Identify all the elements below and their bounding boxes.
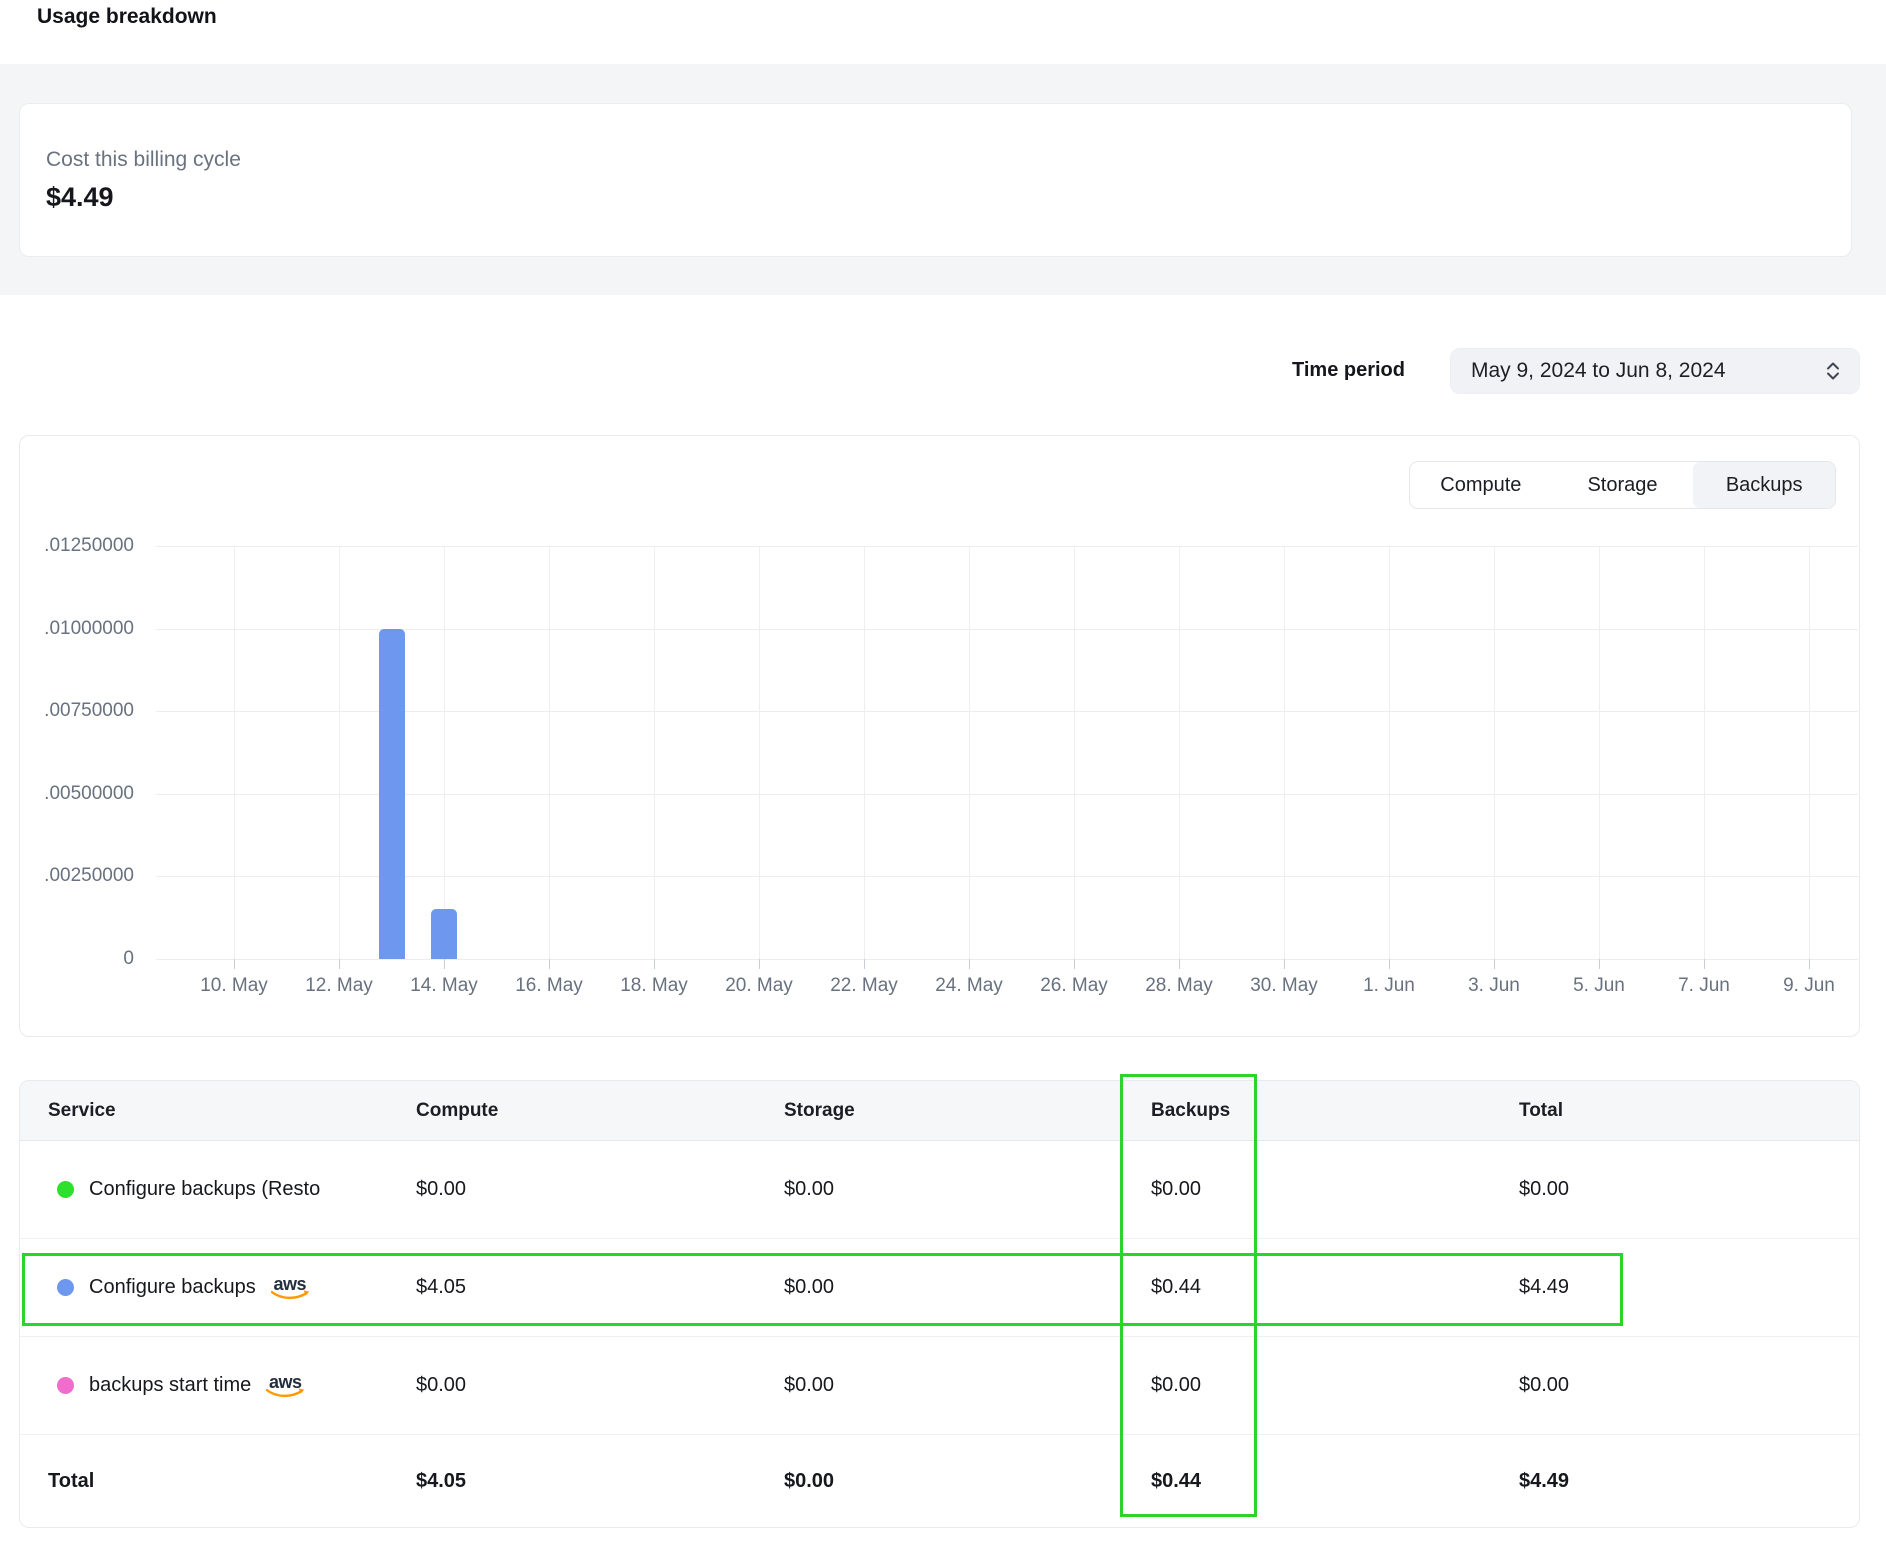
service-name: Configure backups (Resto bbox=[89, 1178, 320, 1201]
series-dot-blue bbox=[57, 1279, 74, 1296]
col-header-total: Total bbox=[1519, 1100, 1859, 1122]
cell-backups: $0.00 bbox=[1151, 1178, 1519, 1201]
aws-swoosh-icon bbox=[265, 1388, 305, 1398]
time-period-label: Time period bbox=[1292, 359, 1405, 382]
tab-backups[interactable]: Backups bbox=[1693, 462, 1835, 508]
cell-backups-total: $0.44 bbox=[1151, 1470, 1519, 1493]
total-label: Total bbox=[20, 1470, 416, 1493]
service-cell: Configure backups (Resto bbox=[20, 1178, 416, 1201]
chart-plot: 0.00250000.00500000.00750000.01000000.01… bbox=[156, 546, 1858, 959]
y-axis-label: .00250000 bbox=[20, 865, 134, 887]
cell-total: $4.49 bbox=[1519, 1276, 1859, 1299]
table-total-row: Total $4.05 $0.00 $0.44 $4.49 bbox=[20, 1435, 1859, 1528]
usage-bar-14-may bbox=[431, 909, 457, 959]
col-header-storage: Storage bbox=[784, 1100, 1151, 1122]
table-header-row: Service Compute Storage Backups Total bbox=[20, 1081, 1859, 1141]
y-axis-label: .01000000 bbox=[20, 618, 134, 640]
usage-chart-card: Compute Storage Backups 0.00250000.00500… bbox=[19, 435, 1860, 1037]
page-title: Usage breakdown bbox=[37, 5, 217, 29]
series-dot-green bbox=[57, 1181, 74, 1198]
cell-storage-total: $0.00 bbox=[784, 1470, 1151, 1493]
y-axis-label: 0 bbox=[20, 948, 134, 970]
cell-grand-total: $4.49 bbox=[1519, 1470, 1859, 1493]
cell-backups: $0.00 bbox=[1151, 1374, 1519, 1397]
cell-backups: $0.44 bbox=[1151, 1276, 1519, 1299]
table-row-configure-backups: Configure backups aws $4.05 $0.00 $0.44 … bbox=[20, 1239, 1859, 1337]
y-axis-label: .00750000 bbox=[20, 700, 134, 722]
cell-storage: $0.00 bbox=[784, 1178, 1151, 1201]
service-name: backups start time bbox=[89, 1374, 251, 1397]
y-axis-label: .01250000 bbox=[20, 535, 134, 557]
cost-value: $4.49 bbox=[46, 182, 114, 213]
tab-storage[interactable]: Storage bbox=[1552, 462, 1694, 508]
service-cell: Configure backups aws bbox=[20, 1275, 416, 1300]
table-row-backups-start-time: backups start time aws $0.00 $0.00 $0.00… bbox=[20, 1337, 1859, 1435]
service-cell: backups start time aws bbox=[20, 1373, 416, 1398]
cell-storage: $0.00 bbox=[784, 1276, 1151, 1299]
table-row-configure-backups-restored: Configure backups (Resto $0.00 $0.00 $0.… bbox=[20, 1141, 1859, 1239]
cell-compute-total: $4.05 bbox=[416, 1470, 784, 1493]
cell-compute: $0.00 bbox=[416, 1374, 784, 1397]
aws-swoosh-icon bbox=[270, 1290, 310, 1300]
cell-storage: $0.00 bbox=[784, 1374, 1151, 1397]
summary-band: Cost this billing cycle $4.49 bbox=[0, 64, 1886, 295]
aws-icon: aws bbox=[270, 1275, 310, 1300]
tab-compute[interactable]: Compute bbox=[1410, 462, 1552, 508]
col-header-backups: Backups bbox=[1151, 1100, 1519, 1122]
time-period-select[interactable]: May 9, 2024 to Jun 8, 2024 bbox=[1450, 348, 1860, 394]
col-header-compute: Compute bbox=[416, 1100, 784, 1122]
y-axis-label: .00500000 bbox=[20, 783, 134, 805]
usage-breakdown-page: Usage breakdown Cost this billing cycle … bbox=[0, 0, 1886, 1548]
cell-compute: $4.05 bbox=[416, 1276, 784, 1299]
service-name: Configure backups bbox=[89, 1276, 256, 1299]
cell-total: $0.00 bbox=[1519, 1178, 1859, 1201]
cost-summary-card: Cost this billing cycle $4.49 bbox=[19, 103, 1852, 257]
chart-category-tabs: Compute Storage Backups bbox=[1409, 461, 1836, 509]
usage-bar-13-may bbox=[379, 629, 405, 959]
usage-table-card: Service Compute Storage Backups Total Co… bbox=[19, 1080, 1860, 1528]
time-period-value: May 9, 2024 to Jun 8, 2024 bbox=[1471, 359, 1823, 383]
cost-label: Cost this billing cycle bbox=[46, 148, 241, 172]
aws-icon: aws bbox=[265, 1373, 305, 1398]
series-dot-pink bbox=[57, 1377, 74, 1394]
col-header-service: Service bbox=[20, 1100, 416, 1122]
x-axis-label: 9. Jun bbox=[1744, 975, 1874, 997]
chevron-up-down-icon bbox=[1823, 360, 1843, 382]
cell-compute: $0.00 bbox=[416, 1178, 784, 1201]
cell-total: $0.00 bbox=[1519, 1374, 1859, 1397]
